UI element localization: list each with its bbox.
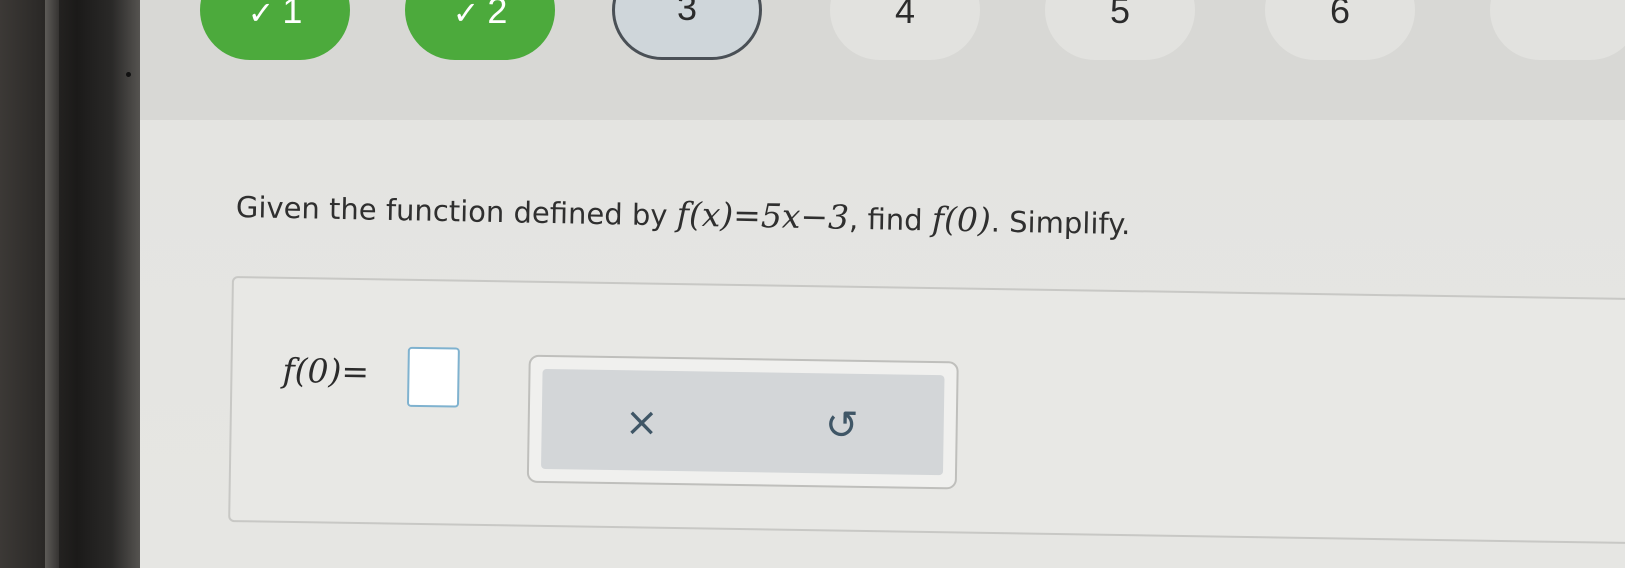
keypad-panel: × ↺ — [541, 368, 945, 476]
monitor-bezel — [0, 0, 140, 568]
nav-question-4-label: 4 — [894, 0, 916, 31]
answer-input[interactable] — [406, 346, 460, 408]
nav-question-3-label: 3 — [676, 0, 698, 28]
question-nav: ✓ 1 ✓ 2 3 4 5 6 — [140, 0, 1625, 120]
nav-question-2[interactable]: ✓ 2 — [405, 0, 555, 60]
nav-question-1[interactable]: ✓ 1 — [200, 0, 350, 60]
bezel-dot — [126, 72, 131, 77]
nav-question-5[interactable]: 5 — [1045, 0, 1195, 60]
clear-button[interactable]: × — [611, 394, 672, 451]
check-icon: ✓ — [452, 0, 480, 31]
question-target: f(0) — [931, 199, 992, 240]
answer-area: f(0)= × ↺ — [228, 276, 1625, 545]
nav-question-5-label: 5 — [1109, 0, 1131, 31]
nav-question-2-label: 2 — [487, 0, 508, 31]
nav-question-6[interactable]: 6 — [1265, 0, 1415, 60]
nav-question-1-label: 1 — [282, 0, 303, 31]
check-icon: ✓ — [247, 0, 275, 31]
undo-icon: ↺ — [824, 402, 859, 449]
nav-question-6-label: 6 — [1329, 0, 1351, 31]
nav-question-4[interactable]: 4 — [830, 0, 980, 60]
question-suffix: . Simplify. — [990, 204, 1131, 242]
question-function: f(x)=5x−3 — [676, 194, 850, 237]
undo-button[interactable]: ↺ — [811, 397, 872, 454]
answer-label: f(0)= — [282, 350, 370, 392]
close-icon: × — [624, 399, 659, 446]
question-middle: , find — [848, 201, 933, 238]
nav-question-3[interactable]: 3 — [612, 0, 762, 60]
nav-question-next-partial[interactable] — [1490, 0, 1625, 60]
bezel-edge — [45, 0, 59, 568]
photo-stage: ✓ 1 ✓ 2 3 4 5 6 Given the function defin… — [0, 0, 1625, 568]
answer-keypad: × ↺ — [526, 354, 959, 490]
question-prefix: Given the function defined by — [235, 190, 677, 233]
